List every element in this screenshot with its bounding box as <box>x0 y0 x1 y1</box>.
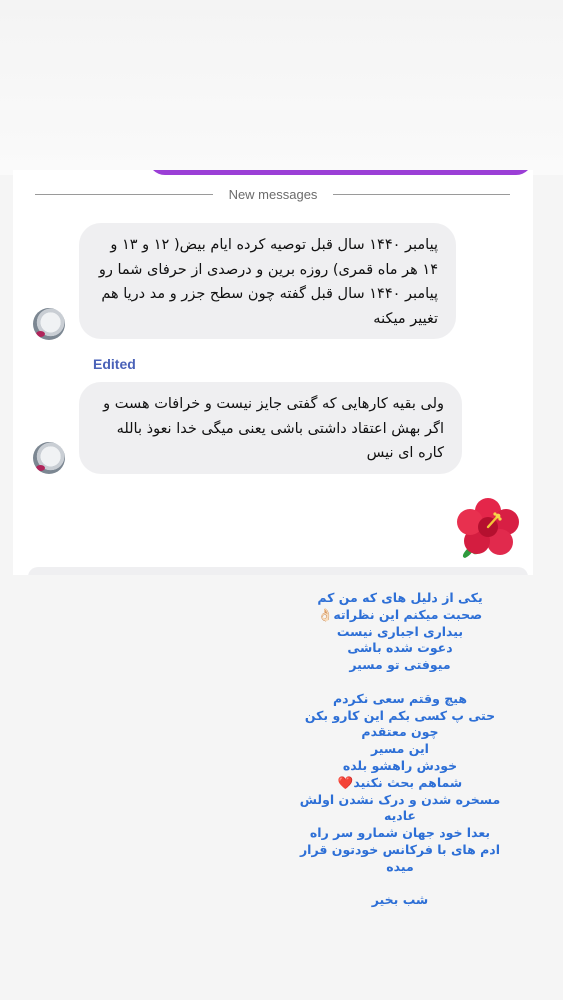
caption-line: دعوت شده باشی <box>347 640 453 656</box>
caption-line: بعدا خود جهان شمارو سر راه <box>309 825 491 841</box>
caption-line: مسخره شدن و درک نشدن اولش <box>299 791 501 807</box>
divider-line-left <box>35 194 213 195</box>
previous-message-bubble <box>148 170 533 175</box>
caption-line: چون معتقدم <box>361 724 439 740</box>
caption-line: حتی پ کسی بکم این کارو بکن <box>304 707 496 723</box>
divider-line-right <box>333 194 510 195</box>
caption-line: این مسیر <box>371 741 429 757</box>
caption-line: ادم های با فرکانس خودتون قرار <box>299 841 500 857</box>
caption-line: یکی از دلیل های که من کم <box>317 590 483 605</box>
caption-line: شماهم بحث نکنید❤️ <box>337 774 463 790</box>
sender-avatar[interactable] <box>33 308 65 340</box>
caption-line: صحبت میکنم این نظراته👌🏻 <box>317 606 483 622</box>
new-messages-label: New messages <box>228 187 318 202</box>
caption-line: میوفتی تو مسیر <box>349 657 451 673</box>
hibiscus-flower-icon <box>457 498 519 558</box>
sender-avatar[interactable] <box>33 442 65 474</box>
message-bubble[interactable]: پیامبر ۱۴۴۰ سال قبل توصیه کرده ایام بیض(… <box>79 223 456 339</box>
story-caption: یکی از دلیل های که من کم صحبت میکنم این … <box>240 590 560 909</box>
chat-screenshot: New messages پیامبر ۱۴۴۰ سال قبل توصیه ک… <box>13 170 533 575</box>
message-bubble[interactable]: ولی بقیه کارهایی که گفتی جایز نیست و خرا… <box>79 382 462 474</box>
caption-line: هیچ وقتم سعی نکردم <box>332 690 467 706</box>
caption-line: خودش راهشو بلده <box>342 757 458 773</box>
caption-line: شب بخیر <box>371 892 429 908</box>
caption-line: بیداری اجباری نیست <box>336 623 464 639</box>
caption-line: میده <box>386 858 414 874</box>
caption-line: عادیه <box>384 808 416 824</box>
background-top <box>0 0 563 175</box>
new-messages-divider: New messages <box>35 187 510 203</box>
next-message-bubble <box>28 567 528 575</box>
edited-label: Edited <box>93 356 136 372</box>
